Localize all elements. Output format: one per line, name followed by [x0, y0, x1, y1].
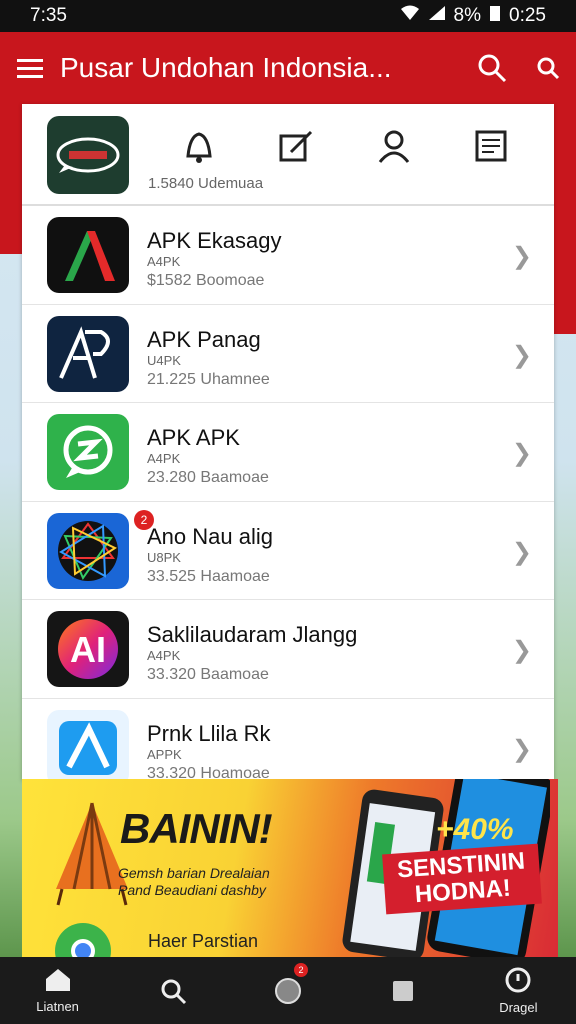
app-type: A4PK	[147, 648, 181, 663]
app-type: A4PK	[147, 451, 181, 466]
nav-download[interactable]: Dragel	[473, 957, 563, 1024]
menu-icon[interactable]	[0, 32, 60, 104]
app-name: Saklilaudaram Jlangg	[147, 622, 358, 647]
app-name: Ano Nau alig	[147, 523, 273, 549]
nav-home[interactable]: Liatnen	[13, 957, 103, 1024]
nav-label: Liatnen	[36, 999, 79, 1014]
nav-search[interactable]	[128, 957, 218, 1024]
nav-label: Dragel	[499, 1000, 538, 1015]
list-item[interactable]: APK Ekasagy A4PK $1582 Boomoae ❯	[22, 206, 554, 305]
nav-badge: 2	[293, 963, 308, 977]
chevron-right-icon: ❯	[511, 341, 532, 369]
clock-icon	[505, 967, 531, 993]
app-type: U8PK	[147, 549, 181, 565]
chevron-right-icon: ❯	[511, 538, 532, 566]
app-type: U4PK	[147, 352, 181, 368]
app-downloads: 23.280 Baamoae	[147, 469, 269, 486]
list-item[interactable]: AI Saklilaudaram Jlangg A4PK 33.320 Baam…	[22, 600, 554, 699]
featured-meta: 1.5840 Udemuaa	[148, 175, 264, 192]
search-secondary-icon[interactable]	[520, 32, 576, 104]
app-downloads: $1582 Boomoae	[147, 272, 265, 289]
ai-gradient-icon: AI	[47, 611, 129, 687]
app-downloads: 33.525 Haamoae	[147, 567, 270, 585]
bell-icon[interactable]	[177, 124, 221, 168]
edit-icon[interactable]	[274, 124, 318, 168]
nav-record[interactable]: 2	[243, 957, 333, 1024]
document-icon[interactable]	[469, 124, 513, 168]
list-item[interactable]: Ano Nau alig U8PK 33.525 Haamoae ❯	[22, 502, 554, 600]
geometry-icon	[47, 512, 129, 589]
svg-text:AI: AI	[70, 629, 106, 670]
status-clock: 0:25	[509, 5, 546, 26]
app-downloads: 21.225 Uhamnee	[147, 370, 270, 388]
list-item[interactable]: APK Panag U4PK 21.225 Uhamnee ❯	[22, 305, 554, 403]
search-icon[interactable]	[464, 32, 520, 104]
promo-banner[interactable]: BAININ! Gemsh barian Drealaian Pand Beau…	[22, 779, 558, 957]
chevron-right-icon: ❯	[511, 440, 532, 467]
page-title: Pusar Undohan Indonsia...	[60, 52, 392, 83]
app-list-panel: 1.5840 Udemuaa APK Ekasagy A4PK $1582 Bo…	[22, 104, 554, 786]
signal-icon	[428, 5, 446, 27]
home-icon	[45, 969, 70, 991]
app-name: APK Ekasagy	[147, 228, 282, 253]
apk-red-green-icon	[47, 217, 129, 293]
status-bar: 7:35 8% 0:25	[0, 0, 576, 32]
featured-row[interactable]: 1.5840 Udemuaa	[22, 104, 554, 206]
status-time: 7:35	[30, 5, 67, 26]
banner-headline: BAININ!	[120, 805, 273, 852]
battery-percent: 8%	[453, 5, 482, 26]
banner-tag: SENSTININ HODNA!	[382, 843, 542, 915]
app-name: APK APK	[147, 425, 240, 450]
chevron-right-icon: ❯	[511, 735, 532, 763]
banner-promo-text: Haer Parstian	[148, 931, 259, 951]
notification-badge: 2	[134, 510, 154, 530]
banner-subtitle: Gemsh barian Drealaian Pand Beaudiani da…	[118, 865, 270, 898]
app-downloads: 33.320 Baamoae	[147, 666, 269, 683]
apk-outline-icon	[47, 315, 129, 392]
chat-green-icon	[47, 414, 129, 490]
app-name: APK Panag	[147, 326, 261, 352]
featured-app-logo	[47, 116, 129, 194]
nav-square[interactable]	[358, 957, 448, 1024]
chevron-right-icon: ❯	[511, 243, 532, 270]
circle-icon	[274, 977, 301, 1004]
chrome-icon	[55, 923, 111, 957]
app-type: A4PK	[147, 254, 181, 269]
app-type: APPK	[147, 746, 182, 762]
decorative-band-left	[0, 104, 22, 254]
wifi-icon	[400, 5, 420, 27]
square-icon	[393, 980, 414, 1001]
app-name: Prnk Llila Rk	[147, 720, 271, 746]
battery-icon	[489, 4, 501, 28]
a-blue-icon	[47, 709, 129, 786]
app-bar: Pusar Undohan Indonsia...	[0, 32, 576, 104]
chevron-right-icon: ❯	[511, 637, 532, 664]
search-nav-icon	[161, 979, 186, 1004]
list-item[interactable]: APK APK A4PK 23.280 Baamoae ❯	[22, 403, 554, 502]
user-icon[interactable]	[372, 124, 416, 168]
decorative-band-right	[554, 104, 576, 334]
bottom-navigation: Liatnen 2 Dragel	[0, 957, 576, 1024]
banner-discount: +40%	[436, 813, 514, 846]
